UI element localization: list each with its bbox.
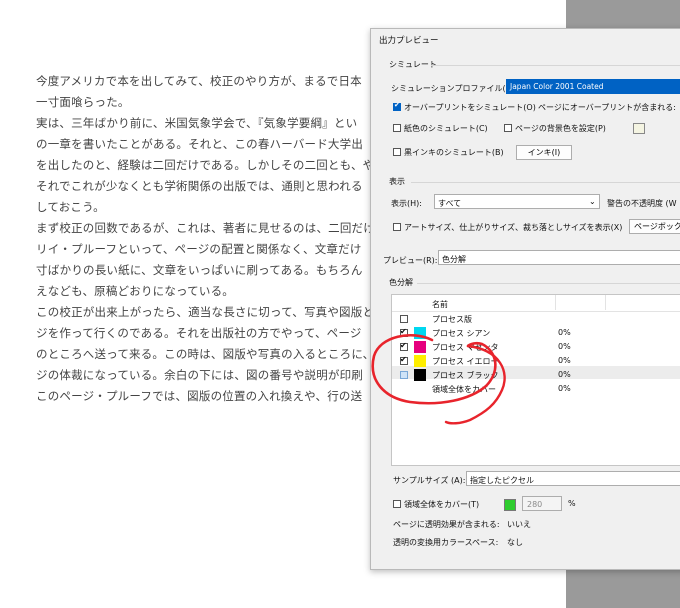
red-annotation-circle: [371, 333, 506, 425]
